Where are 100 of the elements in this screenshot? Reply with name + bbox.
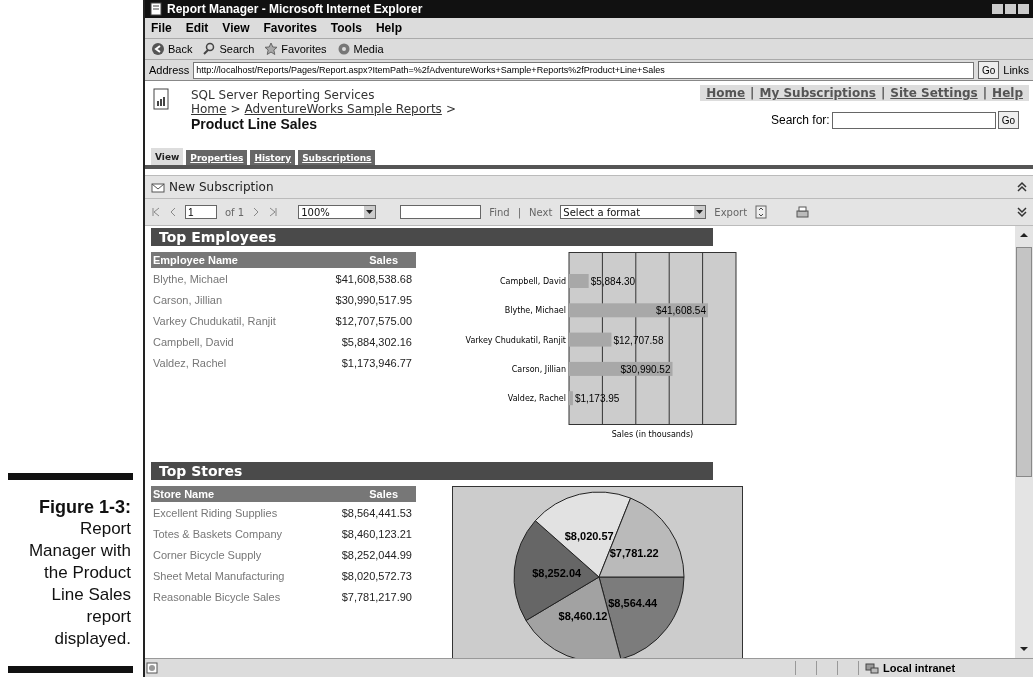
table-cell: $12,707,575.00 — [335, 314, 412, 327]
address-label: Address — [149, 64, 190, 76]
table-cell: Blythe, Michael — [153, 272, 228, 285]
table-cell: $1,173,946.77 — [341, 356, 412, 369]
menu-item[interactable]: View — [222, 21, 250, 35]
previous-page-icon — [169, 205, 177, 219]
table-cell: Totes & Baskets Company — [153, 527, 282, 540]
data-label: $8,564.44 — [608, 596, 658, 609]
axis-label: Campbell, David — [500, 277, 566, 286]
data-label: $30,990.52 — [620, 363, 671, 375]
toolbar-button[interactable]: Media — [336, 42, 384, 56]
toolbar-button[interactable]: Back — [151, 42, 193, 56]
top-link[interactable]: My Subscriptions — [759, 86, 876, 100]
table-cell: $41,608,538.68 — [335, 272, 412, 285]
dropdown-arrow-icon — [366, 210, 374, 214]
export-link[interactable]: Export — [714, 206, 748, 218]
breadcrumb-link[interactable]: Home — [191, 102, 227, 116]
menu-item[interactable]: File — [151, 21, 172, 35]
data-label: $41,608.54 — [655, 305, 706, 317]
axis-label: Carson, Jillian — [511, 364, 566, 374]
window-title: Report Manager - Microsoft Internet Explorer — [167, 2, 423, 16]
link-separator: | — [982, 86, 988, 100]
magnifier-icon — [202, 42, 217, 56]
breadcrumb-separator: > — [445, 102, 456, 116]
figure-caption: Figure 1-3: Report Manager with the Product Line Sales report displayed. — [27, 496, 132, 650]
expand-icon — [1017, 205, 1027, 219]
find-field[interactable] — [400, 205, 482, 219]
media-icon — [336, 42, 351, 56]
section-title: Top Employees — [151, 228, 713, 246]
top-link[interactable]: Site Settings — [890, 86, 978, 100]
table-cell: Reasonable Bicycle Sales — [153, 590, 281, 603]
address-field[interactable]: http://localhost/Reports/Pages/Report.aspx?ItemPath=%2fAdventureWorks+Sample+Reports%2fProduct+Line+Sales — [193, 61, 974, 79]
find-link[interactable]: Find — [489, 206, 510, 218]
breadcrumb-link[interactable]: AdventureWorks Sample Reports — [244, 102, 442, 116]
envelope-icon — [151, 180, 165, 194]
next-page-icon — [252, 205, 261, 219]
table-cell: $8,020,572.73 — [341, 569, 412, 582]
table-cell: $8,252,044.99 — [341, 548, 412, 561]
menu-item[interactable]: Favorites — [263, 21, 317, 35]
data-label: $8,020.57 — [564, 529, 614, 542]
data-label: $8,252.04 — [532, 567, 582, 580]
format-dropdown[interactable]: Select a format — [560, 205, 707, 219]
link-separator: | — [880, 86, 886, 100]
links-label[interactable]: Links — [1003, 64, 1029, 76]
data-label: $8,460.12 — [558, 610, 608, 623]
axis-title: Sales (in thousands) — [611, 430, 694, 439]
toolbar-button[interactable]: Search — [202, 42, 255, 56]
table-cell: Valdez, Rachel — [153, 356, 227, 369]
tab[interactable]: View — [151, 148, 184, 165]
first-page-icon — [151, 205, 161, 219]
table-cell: $30,990,517.95 — [335, 293, 412, 306]
table-cell: $8,564,441.53 — [341, 506, 412, 519]
table-cell: Corner Bicycle Supply — [153, 548, 262, 561]
scroll-down-icon — [1018, 644, 1030, 654]
top-link[interactable]: Home — [706, 86, 746, 100]
search-field[interactable] — [831, 111, 996, 129]
table-cell: Varkey Chudukatil, Ranjit — [153, 314, 276, 327]
menu-item[interactable]: Help — [375, 21, 402, 35]
scrollbar[interactable] — [1015, 226, 1033, 658]
toolbar-button[interactable]: Favorites — [264, 42, 327, 56]
section-title: Top Stores — [151, 462, 713, 480]
menu-item[interactable]: Tools — [330, 21, 362, 35]
data-label: $7,781.22 — [609, 547, 659, 560]
tab[interactable]: History — [250, 150, 296, 165]
go-button[interactable]: Go — [977, 61, 1000, 79]
top-link[interactable]: Help — [992, 86, 1023, 100]
table-cell: $7,781,217.90 — [341, 590, 412, 603]
page-field[interactable]: 1 — [185, 205, 217, 219]
tab[interactable]: Subscriptions — [298, 150, 376, 165]
collapse-icon — [1017, 180, 1027, 194]
star-icon — [264, 42, 279, 56]
last-page-icon — [268, 205, 279, 219]
next-link[interactable]: Next — [529, 206, 553, 218]
zone-label: Local intranet — [882, 662, 957, 674]
search-go-button[interactable]: Go — [997, 111, 1019, 129]
table-header: Store Name Sales — [151, 486, 416, 502]
link-separator: | — [517, 206, 522, 218]
report-icon — [153, 88, 169, 110]
table-cell: Campbell, David — [153, 335, 234, 348]
table-cell: Sheet Metal Manufacturing — [153, 569, 285, 582]
search-label: Search for: — [770, 113, 830, 127]
table-cell: Excellent Riding Supplies — [153, 506, 278, 519]
axis-label: Blythe, Michael — [504, 306, 566, 316]
printer-icon — [795, 205, 810, 219]
new-subscription-link[interactable]: New Subscription — [169, 180, 274, 194]
axis-label: Valdez, Rachel — [507, 394, 566, 404]
tab[interactable]: Properties — [186, 150, 248, 165]
axis-label: Varkey Chudukatil, Ranjit — [465, 335, 566, 345]
bar — [569, 274, 589, 288]
table-cell: $5,884,302.16 — [341, 335, 412, 348]
link-separator: | — [750, 86, 755, 100]
product-name: SQL Server Reporting Services — [191, 88, 376, 102]
page-icon — [149, 2, 163, 16]
refresh-icon — [755, 205, 768, 219]
zoom-dropdown[interactable]: 100% — [298, 205, 377, 219]
table-header: Employee Name Sales — [151, 252, 416, 268]
table-cell: $8,460,123.21 — [341, 527, 412, 540]
window-controls-icon — [991, 2, 1029, 16]
menu-item[interactable]: Edit — [185, 21, 209, 35]
table-cell: Carson, Jillian — [153, 293, 223, 306]
